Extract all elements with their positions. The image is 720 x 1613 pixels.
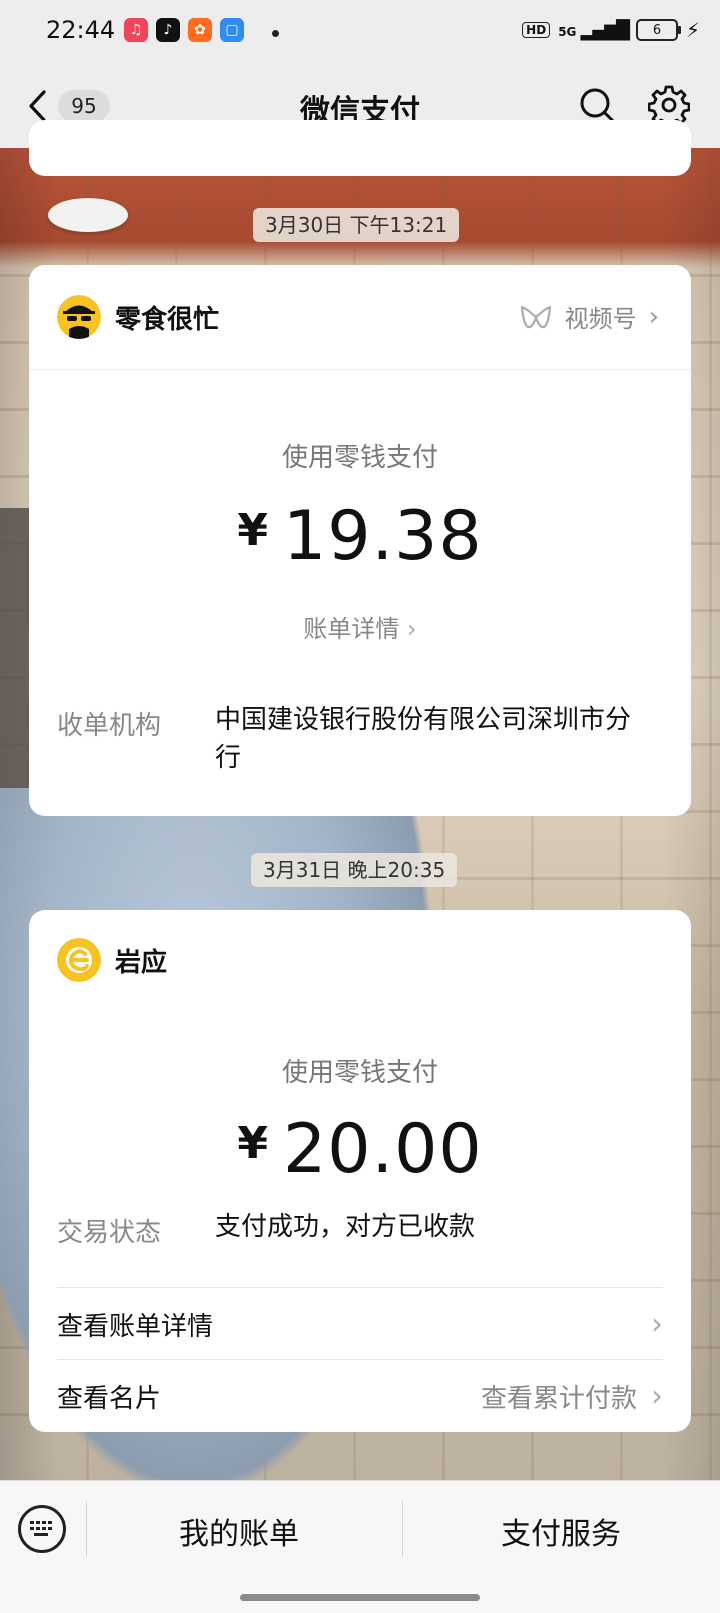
- chevron-right-icon: ›: [651, 1378, 663, 1414]
- payment-card[interactable]: 零食很忙 视频号 › 使用零钱支付 ¥19.38 账单详情 › 收单机构 中国建…: [29, 265, 691, 816]
- payment-amount: ¥20.00: [29, 1110, 691, 1189]
- battery-icon: 6: [635, 19, 681, 41]
- bill-detail-link[interactable]: 账单详情 ›: [29, 609, 691, 644]
- douyin-app-icon: ♪: [156, 18, 180, 42]
- signal-icon: 5G ▂▄▆█: [558, 19, 630, 41]
- payment-amount: ¥19.38: [29, 497, 691, 576]
- view-bill-details-row[interactable]: 查看账单详情 ›: [57, 1287, 663, 1360]
- channels-icon: [520, 305, 551, 328]
- payment-card[interactable]: 岩应 使用零钱支付 ¥20.00 交易状态 支付成功，对方已收款 查看账单详情 …: [29, 910, 691, 1432]
- files-app-icon: ▢: [220, 18, 244, 42]
- merchant-name: 零食很忙: [115, 305, 220, 335]
- chevron-right-icon: ›: [648, 301, 659, 332]
- acquirer-label: 收单机构: [57, 711, 162, 741]
- status-bar: 22:44 ♫ ♪ ✿ ▢ HD 5G ▂▄▆█ 6 ⚡: [0, 0, 720, 64]
- home-indicator[interactable]: [240, 1594, 480, 1601]
- currency-symbol: ¥: [237, 1118, 269, 1169]
- message-timestamp: 3月31日 晚上20:35: [251, 853, 458, 887]
- amount-value: 19.38: [282, 497, 483, 576]
- merchant-avatar: [57, 938, 101, 982]
- merchant-avatar: [57, 295, 101, 339]
- amount-value: 20.00: [282, 1110, 483, 1189]
- keyboard-icon[interactable]: [18, 1505, 66, 1553]
- system-icons: HD 5G ▂▄▆█ 6 ⚡: [522, 18, 700, 42]
- view-card-label: 查看名片: [57, 1383, 162, 1414]
- pay-method-label: 使用零钱支付: [281, 443, 438, 473]
- view-bill-details-label: 查看账单详情: [57, 1311, 214, 1342]
- payment-card-header[interactable]: 岩应: [29, 910, 691, 1010]
- hd-icon: HD: [522, 22, 551, 38]
- channels-label: 视频号: [564, 305, 637, 333]
- acquirer-value: 中国建设银行股份有限公司深圳市分行: [215, 705, 632, 773]
- status-label: 交易状态: [57, 1218, 162, 1248]
- charging-icon: ⚡: [685, 18, 700, 42]
- channels-link[interactable]: 视频号 ›: [519, 299, 659, 334]
- payment-card-header[interactable]: 零食很忙 视频号 ›: [29, 265, 691, 370]
- currency-symbol: ¥: [237, 505, 269, 556]
- notification-icons: ♫ ♪ ✿ ▢: [124, 18, 244, 42]
- view-card-row[interactable]: 查看名片 查看累计付款 ›: [57, 1359, 663, 1432]
- ceiling-lamp: [48, 198, 128, 232]
- chevron-right-icon: ›: [407, 615, 417, 643]
- status-value: 支付成功，对方已收款: [215, 1212, 476, 1242]
- my-bills-button[interactable]: 我的账单: [86, 1509, 392, 1553]
- pay-services-button[interactable]: 支付服务: [402, 1509, 720, 1553]
- clock: 22:44: [46, 16, 116, 44]
- merchant-name: 岩应: [115, 948, 168, 978]
- pay-method-label: 使用零钱支付: [281, 1058, 438, 1088]
- message-timestamp: 3月30日 下午13:21: [253, 208, 460, 242]
- kuaishou-app-icon: ✿: [188, 18, 212, 42]
- music-app-icon: ♫: [124, 18, 148, 42]
- view-cumulative-payments-link[interactable]: 查看累计付款: [481, 1378, 637, 1415]
- chevron-right-icon: ›: [651, 1306, 663, 1342]
- more-notifications-dot: [272, 30, 279, 37]
- previous-message-card: [29, 120, 691, 176]
